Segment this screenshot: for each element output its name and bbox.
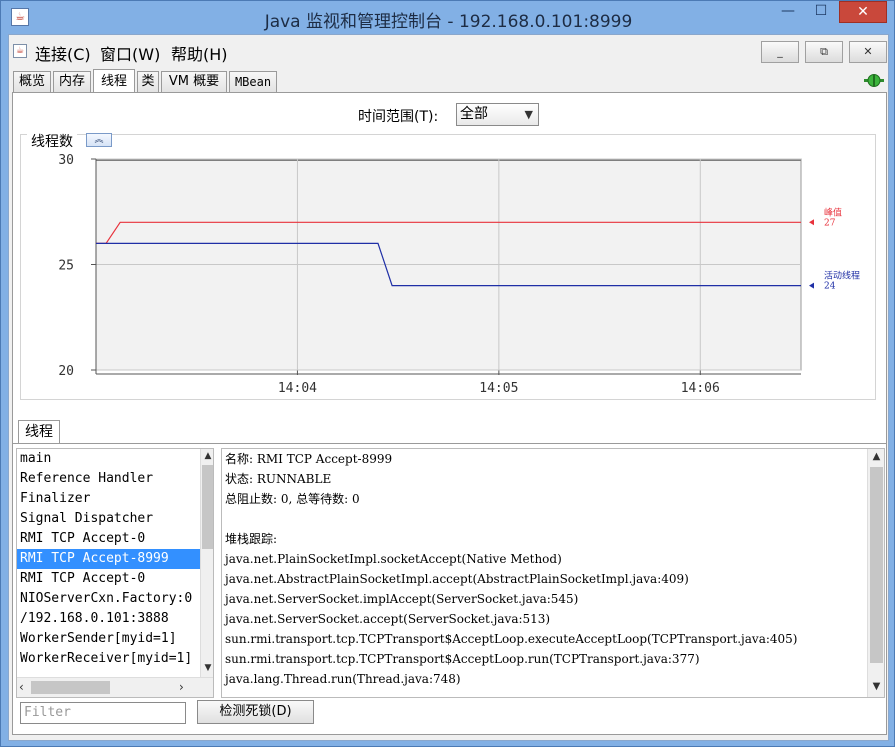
client-area: ☕ 连接(C) 窗口(W) 帮助(H) _ ⧉ ✕ 概览 内存 线程 类 VM … <box>8 34 889 741</box>
chevron-down-icon: ▼ <box>524 108 533 121</box>
scroll-down-icon[interactable]: ▼ <box>202 661 213 675</box>
tab-threads[interactable]: 线程 <box>93 69 135 92</box>
thread-list-item[interactable]: RMI TCP Accept-0 <box>17 569 213 589</box>
thread-list-item[interactable]: Finalizer <box>17 489 213 509</box>
y-tick-label: 25 <box>58 259 74 274</box>
chart-title: 线程数 <box>27 131 77 151</box>
thread-count-chart: 14:04 14:05 14:06 30 25 20 峰值27 活动线程24 <box>58 153 860 396</box>
scroll-up-icon[interactable]: ▲ <box>202 449 213 463</box>
scroll-thumb[interactable] <box>870 467 883 663</box>
scroll-left-icon[interactable]: ‹ <box>19 680 24 694</box>
thread-list-item[interactable]: Signal Dispatcher <box>17 509 213 529</box>
series-marker-0 <box>809 219 814 226</box>
x-tick-label: 14:05 <box>479 381 518 396</box>
app-window: ☕ Java 监视和管理控制台 - 192.168.0.101:8999 — ☐… <box>0 0 895 747</box>
legend-label: 活动线程 <box>824 270 860 282</box>
series-marker-1 <box>809 282 814 289</box>
thread-details: 名称: RMI TCP Accept-8999 状态: RUNNABLE 总阻止数:… <box>221 448 885 698</box>
x-tick-label: 14:04 <box>278 381 317 396</box>
menu-bar: ☕ 连接(C) 窗口(W) 帮助(H) _ ⧉ ✕ <box>9 35 888 67</box>
tab-memory[interactable]: 内存 <box>53 71 91 93</box>
thread-list-item[interactable]: WorkerReceiver[myid=1] <box>17 649 213 669</box>
thread-filter-input[interactable]: Filter <box>20 702 186 724</box>
legend-value: 27 <box>824 218 836 228</box>
thread-detail-line: java.net.AbstractPlainSocketImpl.accept(… <box>225 572 689 586</box>
thread-list[interactable]: main Reference Handler Finalizer Signal Dis… <box>16 448 214 698</box>
title-bar: ☕ Java 监视和管理控制台 - 192.168.0.101:8999 — ☐… <box>1 1 895 33</box>
scroll-thumb[interactable] <box>31 681 110 694</box>
mdi-close-button[interactable]: ✕ <box>849 41 887 63</box>
thread-detail-line: java.net.ServerSocket.accept(ServerSocke… <box>225 612 551 626</box>
thread-detail-line: sun.rmi.transport.tcp.TCPTransport$Accep… <box>225 632 798 646</box>
thread-detail-line: java.net.ServerSocket.implAccept(ServerS… <box>225 592 579 606</box>
java-logo-icon[interactable]: ☕ <box>13 44 27 58</box>
scroll-up-icon[interactable]: ▲ <box>870 449 883 465</box>
tab-overview[interactable]: 概览 <box>13 71 51 93</box>
thread-detail-line: java.net.PlainSocketImpl.socketAccept(Na… <box>225 552 562 566</box>
menu-window[interactable]: 窗口(W) <box>100 41 160 65</box>
thread-detail-line: 堆栈跟踪: <box>225 532 278 546</box>
threads-tab-panel: 时间范围(T): 全部 ▼ 14:04 14:05 14:06 30 25 20 峰值 27 活… <box>12 92 887 735</box>
tab-classes[interactable]: 类 <box>137 71 159 93</box>
time-range-select[interactable]: 全部 ▼ <box>456 103 539 126</box>
thread-list-item[interactable]: WorkerSender[myid=1] <box>17 629 213 649</box>
mdi-restore-button[interactable]: ⧉ <box>805 41 843 63</box>
legend-value: 24 <box>824 282 836 292</box>
tab-vm-summary[interactable]: VM 概要 <box>161 71 227 93</box>
thread-count-chart-panel: 14:04 14:05 14:06 30 25 20 峰值 27 活动线程 24 线程数 ︽ <box>20 131 876 400</box>
thread-detail-line: 状态: RUNNABLE <box>225 472 332 486</box>
tab-mbean[interactable]: MBean <box>229 71 277 93</box>
window-title: Java 监视和管理控制台 - 192.168.0.101:8999 <box>264 12 633 32</box>
x-tick-label: 14:06 <box>681 381 720 396</box>
time-range-value: 全部 <box>460 106 488 122</box>
thread-list-item[interactable]: Reference Handler <box>17 469 213 489</box>
thread-list-horizontal-scrollbar[interactable]: ‹ › <box>17 677 213 697</box>
maximize-button[interactable]: ☐ <box>806 1 836 23</box>
y-tick-label: 20 <box>58 364 74 379</box>
chevron-double-up-icon[interactable]: ︽ <box>86 133 112 147</box>
thread-detail-line: 总阻止数: 0, 总等待数: 0 <box>225 492 360 506</box>
divider <box>13 443 886 444</box>
minimize-button[interactable]: — <box>773 1 803 23</box>
thread-detail-line <box>222 509 884 529</box>
scroll-right-icon[interactable]: › <box>179 680 184 694</box>
y-tick-label: 30 <box>58 153 74 168</box>
detect-deadlock-button[interactable]: 检测死锁(D) <box>197 700 314 724</box>
menu-help[interactable]: 帮助(H) <box>171 41 228 65</box>
thread-list-item[interactable]: /192.168.0.101:3888 <box>17 609 213 629</box>
scroll-down-icon[interactable]: ▼ <box>870 679 883 695</box>
thread-list-vertical-scrollbar[interactable]: ▲ ▼ <box>200 449 213 677</box>
mdi-minimize-button[interactable]: _ <box>761 41 799 63</box>
scroll-thumb[interactable] <box>202 465 213 549</box>
menu-connection[interactable]: 连接(C) <box>35 41 91 65</box>
thread-list-item[interactable]: RMI TCP Accept-0 <box>17 529 213 549</box>
details-vertical-scrollbar[interactable]: ▲ ▼ <box>867 449 884 697</box>
thread-list-item[interactable]: NIOServerCxn.Factory:0 <box>17 589 213 609</box>
thread-detail-line: sun.rmi.transport.tcp.TCPTransport$Accep… <box>225 652 700 666</box>
tab-threads-list[interactable]: 线程 <box>18 420 60 444</box>
thread-detail-line: 名称: RMI TCP Accept-8999 <box>225 452 393 466</box>
close-button[interactable]: ✕ <box>839 1 887 23</box>
connection-status-icon <box>864 74 884 87</box>
time-range-label: 时间范围(T): <box>358 109 439 125</box>
thread-list-item[interactable]: main <box>17 449 213 469</box>
thread-detail-line: java.lang.Thread.run(Thread.java:748) <box>225 672 461 686</box>
thread-list-item[interactable]: RMI TCP Accept-8999 <box>17 549 213 569</box>
legend-label: 峰值 <box>824 206 842 218</box>
